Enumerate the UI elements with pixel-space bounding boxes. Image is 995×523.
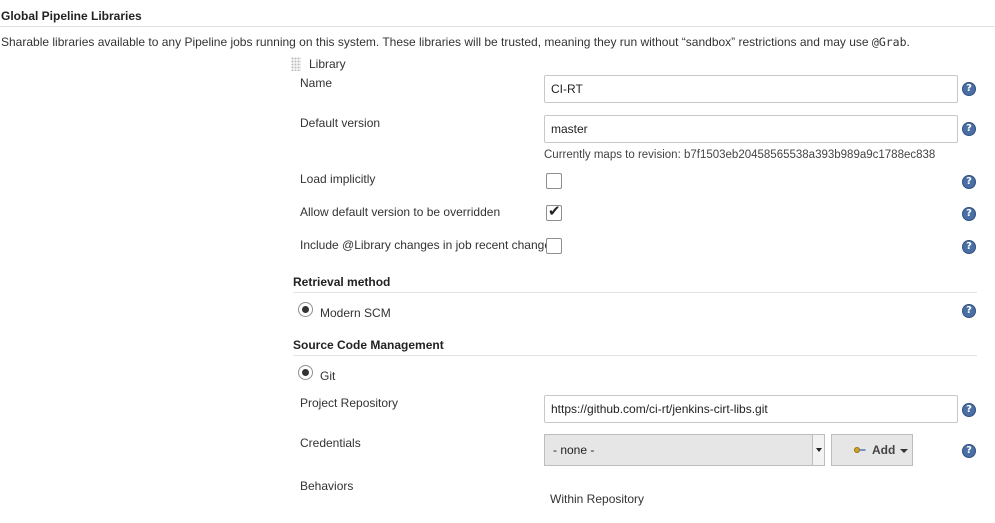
project-repository-input[interactable]: https://github.com/ci-rt/jenkins-cirt-li… bbox=[544, 395, 958, 423]
allow-override-help-icon[interactable]: ? bbox=[962, 207, 976, 221]
caret-down-icon bbox=[900, 449, 908, 453]
section-description-end: . bbox=[906, 35, 910, 49]
default-version-label: Default version bbox=[300, 116, 381, 130]
default-version-help-icon[interactable]: ? bbox=[962, 122, 976, 136]
include-changes-help-icon[interactable]: ? bbox=[962, 240, 976, 254]
radio-selected-dot bbox=[302, 369, 309, 376]
project-repository-help-icon[interactable]: ? bbox=[962, 403, 976, 417]
behaviors-label: Behaviors bbox=[300, 479, 354, 493]
credentials-selected-value: - none - bbox=[553, 443, 595, 457]
credentials-select[interactable]: - none - bbox=[544, 434, 825, 466]
scm-title: Source Code Management bbox=[293, 338, 444, 352]
name-help-icon[interactable]: ? bbox=[962, 82, 976, 96]
name-input[interactable]: CI-RT bbox=[544, 75, 958, 103]
credentials-label: Credentials bbox=[300, 436, 361, 450]
grab-code: @Grab bbox=[871, 35, 907, 49]
radio-selected-dot bbox=[302, 306, 309, 313]
retrieval-divider bbox=[293, 292, 977, 293]
allow-override-checkbox[interactable]: ✔ bbox=[546, 203, 562, 221]
default-version-input[interactable]: master bbox=[544, 115, 958, 143]
scm-divider bbox=[293, 355, 977, 356]
load-implicitly-checkbox[interactable] bbox=[546, 173, 562, 189]
within-repository-label: Within Repository bbox=[550, 492, 645, 506]
drag-handle-icon[interactable] bbox=[291, 57, 301, 71]
load-implicitly-help-icon[interactable]: ? bbox=[962, 175, 976, 189]
retrieval-method-title: Retrieval method bbox=[293, 275, 391, 289]
git-label: Git bbox=[320, 369, 336, 383]
revision-hint: Currently maps to revision: b7f1503eb204… bbox=[544, 149, 936, 161]
modern-scm-label: Modern SCM bbox=[320, 306, 391, 320]
checkmark-icon: ✔ bbox=[548, 203, 561, 220]
section-title: Global Pipeline Libraries bbox=[1, 9, 142, 23]
include-changes-checkbox[interactable] bbox=[546, 238, 562, 254]
load-implicitly-label: Load implicitly bbox=[300, 172, 376, 186]
section-description: Sharable libraries available to any Pipe… bbox=[1, 35, 910, 49]
project-repository-label: Project Repository bbox=[300, 396, 399, 410]
allow-override-label: Allow default version to be overridden bbox=[300, 205, 501, 219]
retrieval-help-icon[interactable]: ? bbox=[962, 304, 976, 318]
chevron-down-icon bbox=[812, 435, 824, 465]
modern-scm-radio[interactable] bbox=[298, 302, 313, 317]
section-description-text: Sharable libraries available to any Pipe… bbox=[1, 35, 869, 49]
include-changes-label: Include @Library changes in job recent c… bbox=[300, 238, 558, 252]
key-icon bbox=[854, 447, 866, 453]
name-label: Name bbox=[300, 76, 333, 90]
add-credentials-button[interactable]: Add bbox=[831, 434, 913, 466]
library-header: Library bbox=[309, 57, 346, 71]
credentials-help-icon[interactable]: ? bbox=[962, 444, 976, 458]
add-label: Add bbox=[872, 443, 896, 457]
git-radio[interactable] bbox=[298, 365, 313, 380]
section-divider bbox=[0, 26, 995, 27]
